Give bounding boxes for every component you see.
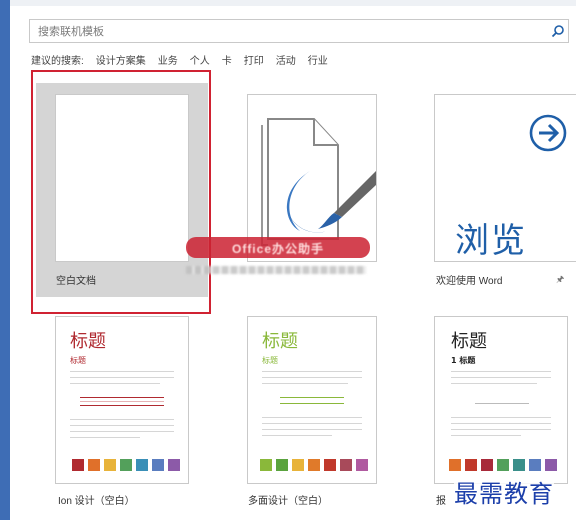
template-preview-title: 标题 (70, 331, 106, 352)
color-swatch (356, 459, 368, 471)
suggested-label: 建议的搜索: (31, 56, 84, 67)
window-top-strip (0, 0, 576, 6)
color-swatch (104, 459, 116, 471)
template-preview-subtitle: 标题 (262, 356, 278, 365)
brand-logo-text: 最需教育 (454, 474, 554, 509)
template-name: Ion 设计（空白） (58, 496, 135, 507)
color-swatch (88, 459, 100, 471)
color-swatch (545, 459, 557, 471)
text-line-placeholder (80, 401, 164, 402)
color-swatch (497, 459, 509, 471)
text-line-placeholder (280, 397, 344, 398)
color-swatch (449, 459, 461, 471)
text-line-placeholder (262, 383, 348, 384)
color-swatch (260, 459, 272, 471)
text-line-placeholder (262, 371, 362, 372)
template-preview-title: 标题 (451, 331, 487, 352)
text-line-placeholder (451, 383, 537, 384)
search-icon[interactable] (551, 24, 565, 38)
text-line-placeholder (451, 423, 551, 424)
watermark-banner: Office办公助手 (186, 237, 370, 258)
suggested-link[interactable]: 设计方案集 (96, 52, 146, 67)
watermark-text: Office办公助手 (231, 242, 324, 256)
template-search-box[interactable] (29, 19, 569, 43)
suggested-link[interactable]: 个人 (190, 52, 210, 67)
color-swatch (136, 459, 148, 471)
template-name: 欢迎使用 Word (436, 276, 503, 287)
report-template-thumbnail[interactable]: 标题 1 标题 (434, 316, 568, 484)
text-line-placeholder (262, 423, 362, 424)
watermark-url-blur (186, 266, 366, 274)
color-swatch (308, 459, 320, 471)
welcome-template-thumbnail[interactable]: 浏览 (434, 94, 576, 262)
text-line-placeholder (451, 429, 551, 430)
text-line-placeholder (262, 417, 362, 418)
text-line-placeholder (262, 435, 332, 436)
text-line-placeholder (451, 377, 551, 378)
text-line-placeholder (80, 405, 164, 406)
color-swatch (72, 459, 84, 471)
text-line-placeholder (70, 425, 174, 426)
color-swatch (481, 459, 493, 471)
text-line-placeholder (451, 371, 551, 372)
text-line-placeholder (451, 417, 551, 418)
ion-template-thumbnail[interactable]: 标题 标题 (55, 316, 189, 484)
text-line-placeholder (80, 397, 164, 398)
template-preview-subtitle: 1 标题 (451, 356, 476, 365)
selection-highlight (31, 70, 211, 314)
template-preview-subtitle: 标题 (70, 356, 86, 365)
color-swatch (292, 459, 304, 471)
text-line-placeholder (280, 403, 344, 404)
text-line-placeholder (70, 437, 140, 438)
text-line-placeholder (451, 435, 521, 436)
suggested-link[interactable]: 行业 (308, 52, 328, 67)
color-swatch (152, 459, 164, 471)
text-line-placeholder (70, 377, 174, 378)
facet-template-thumbnail[interactable]: 标题 标题 (247, 316, 377, 484)
color-swatch (120, 459, 132, 471)
text-line-placeholder (70, 383, 160, 384)
color-swatch (340, 459, 352, 471)
color-swatch (513, 459, 525, 471)
color-swatch (529, 459, 541, 471)
text-line-placeholder (70, 371, 174, 372)
suggested-link[interactable]: 业务 (158, 52, 178, 67)
text-line-placeholder (262, 377, 362, 378)
pin-icon[interactable]: 🖈 (556, 272, 564, 288)
suggested-searches: 建议的搜索: 设计方案集 业务 个人 卡 打印 活动 行业 (31, 52, 328, 67)
search-input[interactable] (36, 22, 540, 42)
text-line-placeholder (262, 429, 362, 430)
template-preview-title: 标题 (262, 331, 298, 352)
template-name: 多面设计（空白） (248, 496, 328, 507)
template-name: 报 (436, 496, 446, 507)
color-swatch (465, 459, 477, 471)
browse-text: 浏览 (455, 221, 527, 261)
window-left-edge (0, 0, 10, 520)
color-swatch (276, 459, 288, 471)
text-line-placeholder (70, 431, 174, 432)
text-line-placeholder (475, 403, 529, 404)
suggested-link[interactable]: 卡 (222, 52, 232, 67)
color-swatch (168, 459, 180, 471)
color-swatch (324, 459, 336, 471)
suggested-link[interactable]: 打印 (244, 52, 264, 67)
suggested-link[interactable]: 活动 (276, 52, 296, 67)
arrow-right-circle-icon (529, 114, 567, 152)
text-line-placeholder (70, 419, 174, 420)
